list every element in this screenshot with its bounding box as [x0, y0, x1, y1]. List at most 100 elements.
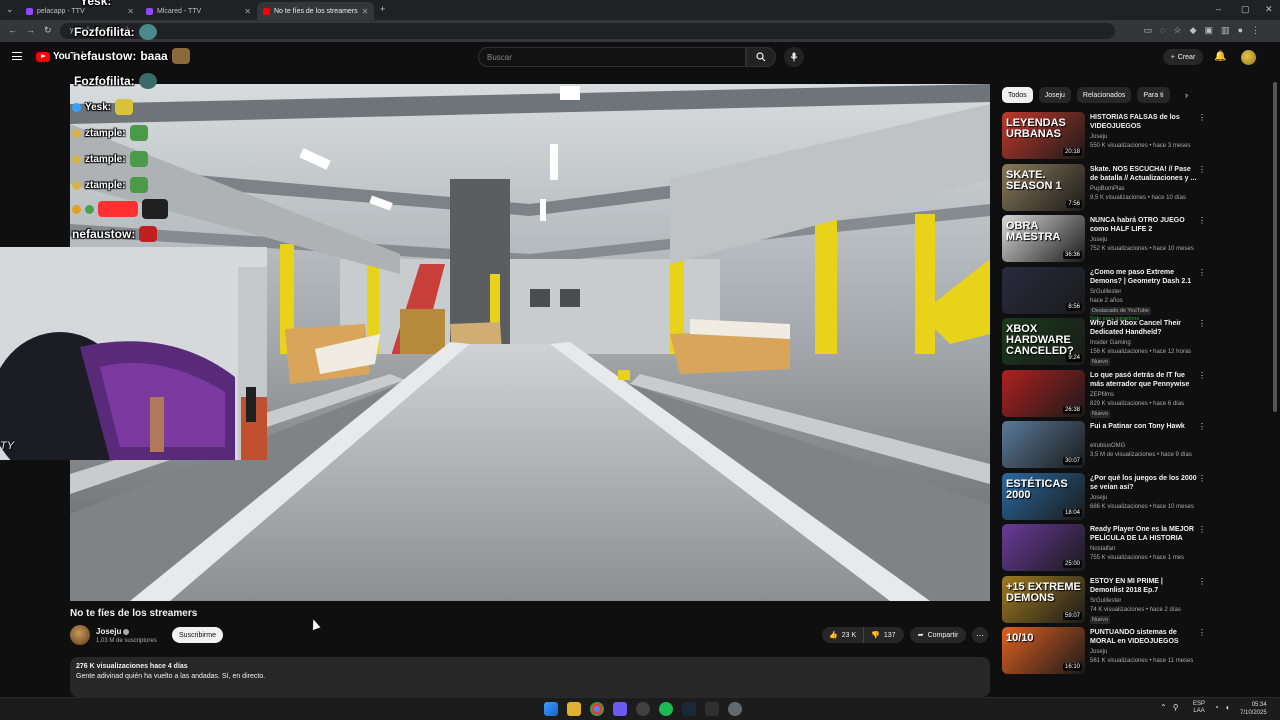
dislike-button[interactable]: 👎 137 — [864, 627, 902, 643]
hamburger-menu-icon[interactable] — [12, 52, 22, 60]
new-tab-button[interactable]: + — [380, 4, 385, 14]
recommendation-channel[interactable]: Joseju — [1090, 134, 1107, 140]
kebab-menu-icon[interactable]: ⋮ — [1198, 371, 1206, 380]
recommendation-title[interactable]: ESTOY EN MI PRIME | Demonlist 2018 Ep.7 — [1090, 577, 1198, 595]
kebab-menu-icon[interactable]: ⋮ — [1198, 474, 1206, 483]
recommendation-item[interactable]: ESTÉTICAS 2000 18:04 ¿Por qué los juegos d… — [1002, 472, 1207, 525]
recommendation-title[interactable]: PUNTUANDO sistemas de MORAL en VIDEOJUEG… — [1090, 628, 1198, 646]
kebab-menu-icon[interactable]: ⋮ — [1198, 113, 1206, 122]
page-scrollbar[interactable] — [1273, 82, 1277, 412]
recommendation-title[interactable]: Skate. NOS ESCUCHA! // Pase de batalla /… — [1090, 165, 1198, 183]
video-thumbnail[interactable]: SKATE. SEASON 1 7:56 — [1002, 163, 1085, 211]
channel-name-link[interactable]: Joseju — [96, 627, 130, 636]
browser-tab-active[interactable]: No te fíes de los streamers ✕ — [257, 2, 374, 20]
kebab-menu-icon[interactable]: ⋮ — [1198, 525, 1206, 534]
video-thumbnail[interactable]: 10/10 16:10 — [1002, 627, 1085, 674]
recommendation-channel[interactable]: SrGuillester — [1090, 289, 1121, 295]
tray-chevron-up-icon[interactable]: ⌃ — [1160, 703, 1167, 712]
app-icon[interactable] — [705, 702, 719, 716]
system-clock[interactable]: 05:34 7/10/2025 — [1240, 701, 1267, 717]
video-thumbnail[interactable]: LEYENDAS URBANAS 20:18 — [1002, 112, 1085, 159]
recommendation-item[interactable]: +15 EXTREME DEMONS 59:07 ESTOY EN MI PRIME… — [1002, 575, 1207, 628]
recommendation-item[interactable]: 30:07 Fui a Patinar con Tony Hawk elrubius… — [1002, 421, 1207, 473]
like-button[interactable]: 👍 23 K — [822, 627, 865, 643]
search-input[interactable]: Buscar — [478, 47, 746, 67]
recommendation-channel[interactable]: Joseju — [1090, 495, 1107, 501]
chrome-icon[interactable] — [590, 702, 604, 716]
close-window-icon[interactable]: ✕ — [1265, 4, 1273, 15]
account-avatar[interactable] — [1241, 50, 1256, 65]
volume-icon[interactable]: ◖ — [1225, 703, 1230, 712]
kebab-menu-icon[interactable]: ⋮ — [1198, 165, 1206, 174]
extension-icon[interactable]: ◆ — [1190, 25, 1197, 36]
sidebar-icon[interactable]: ▥ — [1221, 25, 1230, 36]
cast-icon[interactable]: ▭ — [1144, 25, 1153, 36]
recommendation-item[interactable]: SKATE. SEASON 1 7:56 Skate. NOS ESCUCHA! /… — [1002, 163, 1207, 216]
channel-avatar[interactable] — [70, 625, 90, 645]
recommendation-title[interactable]: ¿Como me paso Extreme Demons? | Geometry… — [1090, 268, 1198, 286]
discord-icon[interactable] — [613, 702, 627, 716]
recommendation-channel[interactable]: SrGuillester — [1090, 598, 1121, 604]
puzzle-icon[interactable]: ▣ — [1205, 25, 1214, 36]
share-button[interactable]: ➦ Compartir — [910, 627, 966, 643]
browser-menu-icon[interactable]: ⋮ — [1251, 25, 1260, 36]
kebab-menu-icon[interactable]: ⋮ — [1198, 216, 1206, 225]
back-icon[interactable]: ← — [8, 25, 17, 35]
recommendation-title[interactable]: HISTORIAS FALSAS de los VIDEOJUEGOS — [1090, 113, 1198, 131]
recommendation-title[interactable]: Ready Player One es la MEJOR PELÍCULA DE… — [1090, 525, 1198, 543]
video-thumbnail[interactable]: XBOX HARDWARE CANCELED? 9:24 — [1002, 318, 1085, 365]
settings-gear-icon[interactable] — [728, 702, 742, 716]
recommendation-channel[interactable]: elrubiusOMG — [1090, 443, 1125, 449]
forward-icon[interactable]: → — [26, 25, 35, 35]
video-thumbnail[interactable]: ESTÉTICAS 2000 18:04 — [1002, 472, 1085, 520]
profile-icon[interactable]: ● — [1238, 25, 1243, 36]
obs-icon[interactable] — [636, 702, 650, 716]
spotify-icon[interactable] — [659, 702, 673, 716]
minimize-icon[interactable]: – — [1216, 4, 1221, 14]
reload-icon[interactable]: ↻ — [44, 25, 52, 36]
voice-search-button[interactable] — [784, 47, 804, 67]
chip-relacionados[interactable]: Relacionados — [1076, 87, 1132, 103]
recommendation-item[interactable]: LEYENDAS URBANAS 20:18 HISTORIAS FALSAS de… — [1002, 112, 1207, 164]
kebab-menu-icon[interactable]: ⋮ — [1198, 319, 1206, 328]
recommendation-item[interactable]: XBOX HARDWARE CANCELED? 9:24 Why Did Xbox … — [1002, 318, 1207, 370]
recommendation-channel[interactable]: Joseju — [1090, 649, 1107, 655]
recommendation-channel[interactable]: ZEPfilms — [1090, 392, 1114, 398]
recommendation-channel[interactable]: PupBomPlas — [1090, 186, 1125, 192]
kebab-menu-icon[interactable]: ⋮ — [1198, 422, 1206, 431]
search-button[interactable] — [746, 47, 776, 67]
recommendation-title[interactable]: NUNCA habrá OTRO JUEGO como HALF LIFE 2 — [1090, 216, 1198, 234]
file-explorer-icon[interactable] — [567, 702, 581, 716]
video-thumbnail[interactable]: 26:38 — [1002, 369, 1085, 417]
windows-start-icon[interactable] — [544, 702, 558, 716]
chip-todos[interactable]: Todos — [1002, 87, 1033, 103]
recommendation-channel[interactable]: Joseju — [1090, 237, 1107, 243]
close-tab-icon[interactable]: ✕ — [362, 7, 369, 16]
bookmark-star-icon[interactable]: ☆ — [1174, 25, 1182, 36]
notifications-bell-icon[interactable]: 🔔 — [1214, 51, 1226, 62]
more-actions-button[interactable]: ⋯ — [972, 627, 988, 643]
video-thumbnail[interactable]: 30:07 — [1002, 421, 1085, 468]
chip-para-ti[interactable]: Para ti — [1137, 87, 1170, 103]
wifi-icon[interactable]: ◔ — [1214, 703, 1219, 712]
video-thumbnail[interactable]: 8:56 — [1002, 266, 1085, 314]
video-thumbnail[interactable]: +15 EXTREME DEMONS 59:07 — [1002, 575, 1085, 623]
kebab-menu-icon[interactable]: ⋮ — [1198, 577, 1206, 586]
steam-icon[interactable] — [682, 702, 696, 716]
subscribe-button[interactable]: Suscribirme — [172, 627, 223, 643]
create-button[interactable]: + Crear — [1163, 49, 1203, 65]
video-thumbnail[interactable]: 25:00 — [1002, 524, 1085, 571]
recommendation-item[interactable]: 26:38 Lo que pasó detrás de IT fue más at… — [1002, 369, 1207, 422]
description-box[interactable]: 276 K visualizaciones hace 4 días Gente … — [70, 657, 990, 697]
recommendation-item[interactable]: 8:56 ¿Como me paso Extreme Demons? | Geom… — [1002, 266, 1207, 322]
video-thumbnail[interactable]: OBRA MAESTRA 36:36 — [1002, 215, 1085, 262]
kebab-menu-icon[interactable]: ⋮ — [1198, 268, 1206, 277]
maximize-icon[interactable]: ▢ — [1241, 4, 1250, 15]
kebab-menu-icon[interactable]: ⋮ — [1198, 628, 1206, 637]
recommendation-channel[interactable]: Insider Gaming — [1090, 340, 1131, 346]
recommendation-item[interactable]: 10/10 16:10 PUNTUANDO sistemas de MORAL en… — [1002, 627, 1207, 679]
language-indicator[interactable]: ESP LAA — [1193, 701, 1205, 715]
chevron-right-icon[interactable]: › — [1185, 90, 1188, 100]
chip-joseju[interactable]: Joseju — [1038, 87, 1071, 103]
recommendation-title[interactable]: Fui a Patinar con Tony Hawk — [1090, 422, 1198, 431]
